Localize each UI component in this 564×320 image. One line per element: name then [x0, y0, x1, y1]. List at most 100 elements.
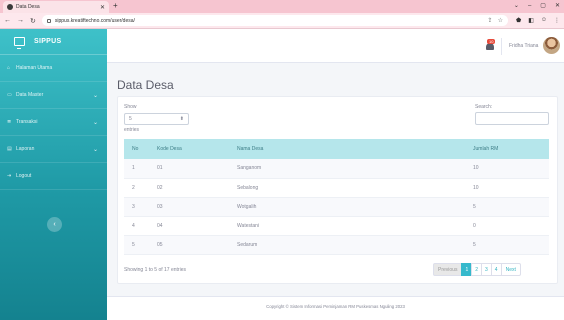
home-icon: ⌂: [7, 65, 11, 71]
bell-shape: [486, 43, 494, 50]
favicon-icon: [7, 4, 13, 10]
brand-name: SIPPUS: [34, 38, 62, 45]
maximize-icon[interactable]: ▢: [540, 1, 546, 11]
chevron-down-icon: ⌄: [92, 146, 98, 153]
table-info: Showing 1 to 5 of 17 entries: [124, 267, 186, 273]
cell-kode-desa: 05: [152, 235, 232, 255]
table-row: 2 02 Sebalong 10: [124, 178, 549, 198]
table-row: 1 01 Sanganom 10: [124, 159, 549, 179]
cell-no: 4: [124, 216, 152, 236]
cell-jumlah-rm: 5: [468, 235, 549, 255]
tab-search-icon[interactable]: ⌄: [514, 1, 519, 11]
show-label: Show: [124, 104, 137, 110]
entries-per-page-select[interactable]: 5 ⬍: [124, 113, 189, 125]
entries-label: entries: [124, 127, 140, 133]
cell-kode-desa: 02: [152, 178, 232, 198]
column-header-nama-desa[interactable]: Nama Desa: [232, 139, 468, 159]
sidebar-item-laporan[interactable]: ▤ Laporan ⌄: [0, 136, 107, 163]
chevron-down-icon: ⌄: [92, 119, 98, 126]
brand[interactable]: SIPPUS: [0, 29, 107, 55]
sidebar-item-label: Laporan: [16, 146, 35, 152]
notification-bell-icon[interactable]: 10: [486, 39, 496, 50]
cell-kode-desa: 01: [152, 159, 232, 179]
cell-jumlah-rm: 5: [468, 197, 549, 217]
url-text: sippus.kreatiftechno.com/user/desa/: [54, 17, 135, 24]
cell-nama-desa: Sanganom: [232, 159, 468, 179]
share-icon[interactable]: ⇪: [488, 17, 493, 24]
column-header-kode-desa[interactable]: Kode Desa: [152, 139, 232, 159]
cell-kode-desa: 04: [152, 216, 232, 236]
logout-icon: ⇥: [7, 173, 12, 179]
folder-icon: ▭: [7, 92, 12, 98]
notification-badge: 10: [487, 39, 496, 44]
sidebar-item-logout[interactable]: ⇥ Logout: [0, 163, 107, 190]
cell-nama-desa: Sebalong: [232, 178, 468, 198]
monitor-logo-icon: [14, 37, 25, 49]
page-title: Data Desa: [117, 78, 174, 92]
search-label: Search:: [475, 104, 493, 110]
select-arrows-icon: ⬍: [179, 116, 184, 122]
new-tab-button[interactable]: +: [113, 1, 118, 11]
report-icon: ▤: [7, 146, 12, 152]
table-row: 3 03 Wotgalih 5: [124, 197, 549, 217]
table-row: 4 04 Watestani 0: [124, 216, 549, 236]
cell-jumlah-rm: 0: [468, 216, 549, 236]
back-icon[interactable]: ←: [4, 17, 11, 24]
extension-icons: ⬟ ◧ ☺ ⋮: [516, 17, 560, 24]
sidebar-toggle-button[interactable]: ‹: [47, 217, 62, 232]
user-name[interactable]: Fridha Triana: [509, 43, 538, 49]
sidebar-item-label: Halaman Utama: [16, 65, 53, 71]
cell-jumlah-rm: 10: [468, 159, 549, 179]
cell-no: 1: [124, 159, 152, 179]
window-controls: ⌄ – ▢ ✕: [514, 1, 560, 11]
pagination-page-4[interactable]: 4: [490, 263, 502, 276]
profile-icon[interactable]: ☺: [541, 17, 547, 24]
desa-table: No Kode Desa Nama Desa Jumlah RM 1 01 Sa…: [124, 139, 549, 255]
column-header-no[interactable]: No: [124, 139, 152, 159]
close-window-icon[interactable]: ✕: [555, 1, 560, 11]
list-icon: ≣: [7, 119, 12, 125]
browser-menu-icon[interactable]: ⋮: [554, 17, 560, 24]
chevron-down-icon: ⌄: [92, 92, 98, 99]
chevron-left-icon: ‹: [53, 221, 56, 228]
sidebar-item-label: Logout: [16, 173, 32, 179]
avatar[interactable]: [543, 37, 560, 54]
cell-nama-desa: Watestani: [232, 216, 468, 236]
cell-no: 2: [124, 178, 152, 198]
bookmark-star-icon[interactable]: ☆: [498, 17, 503, 24]
cell-nama-desa: Sedarum: [232, 235, 468, 255]
extension-icon[interactable]: ⬟: [516, 17, 521, 24]
topbar-divider: [501, 38, 502, 55]
lock-icon: [46, 18, 51, 23]
reload-icon[interactable]: ↻: [30, 17, 36, 25]
sidebar-item-halaman-utama[interactable]: ⌂ Halaman Utama: [0, 55, 107, 82]
sidebar-item-label: Transaksi: [16, 119, 38, 125]
select-value: 5: [129, 116, 132, 122]
url-input[interactable]: sippus.kreatiftechno.com/user/desa/ ⇪ ☆: [41, 15, 508, 26]
minimize-icon[interactable]: –: [528, 1, 531, 11]
sidebar-item-data-master[interactable]: ▭ Data Master ⌄: [0, 82, 107, 109]
cell-nama-desa: Wotgalih: [232, 197, 468, 217]
pagination-previous[interactable]: Previous: [433, 263, 463, 276]
cell-no: 5: [124, 235, 152, 255]
sidebar-item-label: Data Master: [16, 92, 44, 98]
footer: Copyright © Sistem Informasi Peminjaman …: [107, 296, 564, 320]
sidepanel-icon[interactable]: ◧: [528, 17, 534, 24]
search-input[interactable]: [475, 112, 549, 125]
address-bar-row: ← → ↻ sippus.kreatiftechno.com/user/desa…: [0, 13, 564, 29]
column-header-jumlah-rm[interactable]: Jumlah RM: [468, 139, 549, 159]
top-navbar: 10 Fridha Triana: [107, 29, 564, 63]
tab-close-icon[interactable]: ✕: [100, 4, 105, 11]
copyright-text: Copyright © Sistem Informasi Peminjaman …: [266, 304, 405, 309]
pagination-next[interactable]: Next: [500, 263, 521, 276]
sidebar-item-transaksi[interactable]: ≣ Transaksi ⌄: [0, 109, 107, 136]
browser-tab[interactable]: Data Desa ✕: [3, 1, 109, 13]
sidebar: SIPPUS ⌂ Halaman Utama ▭ Data Master ⌄ ≣…: [0, 29, 107, 320]
table-header-row: No Kode Desa Nama Desa Jumlah RM: [124, 139, 549, 159]
cell-no: 3: [124, 197, 152, 217]
data-table-card: Show 5 ⬍ entries Search: No Kode Desa Na…: [117, 96, 558, 284]
pagination: Previous 1 2 3 4 Next: [433, 263, 521, 276]
forward-icon[interactable]: →: [17, 17, 24, 24]
browser-tab-bar: Data Desa ✕ + ⌄ – ▢ ✕: [0, 0, 564, 13]
table-row: 5 05 Sedarum 5: [124, 235, 549, 255]
